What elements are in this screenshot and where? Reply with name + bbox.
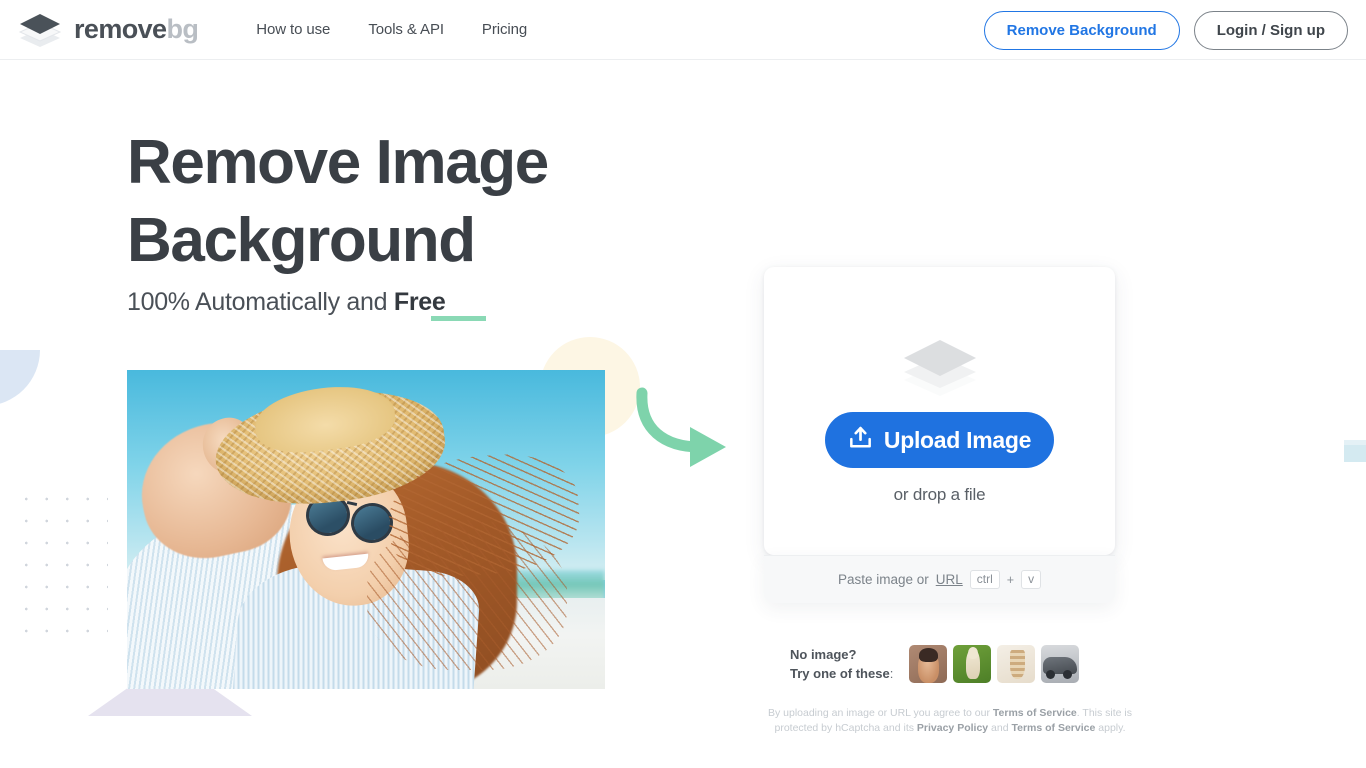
nav-item-pricing[interactable]: Pricing: [482, 21, 527, 38]
legal-part1: By uploading an image or URL you agree t…: [767, 707, 993, 719]
brand-name-dark: remove: [74, 14, 167, 44]
login-signup-button[interactable]: Login / Sign up: [1193, 10, 1348, 50]
kbd-ctrl: ctrl: [969, 570, 1000, 589]
legal-terms-link-2[interactable]: Terms of Service: [1011, 722, 1095, 734]
page-subtitle: 100% Automatically and Free: [127, 288, 446, 317]
hero-sample-photo: [127, 370, 605, 689]
page-title-line1: Remove Image: [127, 128, 549, 197]
sample-label-line1: No image?: [790, 647, 857, 662]
upload-tray-icon: [848, 425, 873, 456]
drop-a-file-text: or drop a file: [893, 485, 986, 504]
free-underline: [431, 316, 486, 321]
brand-text: removebg: [74, 14, 199, 44]
page-subtitle-prefix: 100% Automatically and: [127, 288, 394, 316]
sample-label-colon: :: [889, 666, 894, 681]
upload-card: Upload Image or drop a file: [764, 267, 1115, 555]
legal-disclaimer: By uploading an image or URL you agree t…: [754, 706, 1146, 735]
photo-hair-wisps-2: [367, 520, 567, 670]
thumb-woman-sunglasses[interactable]: [909, 645, 948, 683]
decor-dot-grid: [16, 488, 108, 638]
brand-name-light: bg: [166, 14, 199, 44]
header-actions: Remove Background Login / Sign up: [983, 0, 1348, 60]
page-subtitle-highlight: Free: [393, 288, 446, 316]
legal-part4: apply.: [1095, 721, 1126, 734]
paste-url-link[interactable]: URL: [936, 572, 963, 587]
remove-background-button[interactable]: Remove Background: [983, 10, 1180, 50]
paste-image-row: Paste image or URL ctrl + v: [764, 555, 1115, 603]
page-title-line2: Background: [127, 206, 476, 275]
decor-blue-blob: [0, 350, 40, 406]
sample-label-line2: Try one of these: [790, 666, 890, 681]
page-title: Remove Image Background: [127, 124, 687, 280]
upload-image-button-label: Upload Image: [883, 426, 1032, 453]
thumb-car[interactable]: [1041, 645, 1080, 683]
nav-item-how-to-use[interactable]: How to use: [256, 21, 330, 38]
brand-logo[interactable]: removebg: [18, 10, 199, 50]
sample-label-line2-wrap: Try one of these:: [790, 664, 893, 683]
nav-item-tools-api[interactable]: Tools & API: [368, 21, 444, 38]
kbd-plus: +: [1006, 572, 1015, 587]
legal-privacy-link[interactable]: Privacy Policy: [917, 722, 988, 734]
thumb-dessert[interactable]: [997, 645, 1036, 683]
main-nav: How to use Tools & API Pricing: [256, 21, 527, 38]
sample-images-section: No image? Try one of these:: [790, 645, 1080, 683]
upload-image-button[interactable]: Upload Image: [825, 412, 1054, 468]
curved-arrow-right-icon: [634, 385, 734, 480]
stacked-layers-icon: [896, 334, 984, 398]
stacked-layers-icon: [18, 10, 62, 50]
legal-terms-link-1[interactable]: Terms of Service: [993, 707, 1077, 719]
sample-thumbnails: [909, 645, 1080, 683]
sample-images-label: No image? Try one of these:: [790, 645, 893, 683]
legal-part3: and: [988, 721, 1012, 734]
site-header: removebg How to use Tools & API Pricing …: [0, 0, 1366, 60]
kbd-v: v: [1021, 570, 1042, 589]
paste-image-label: Paste image or: [837, 572, 929, 587]
page-root: removebg How to use Tools & API Pricing …: [0, 0, 1366, 768]
decor-right-square-highlight: [1344, 440, 1366, 445]
thumb-alpaca[interactable]: [953, 645, 992, 683]
